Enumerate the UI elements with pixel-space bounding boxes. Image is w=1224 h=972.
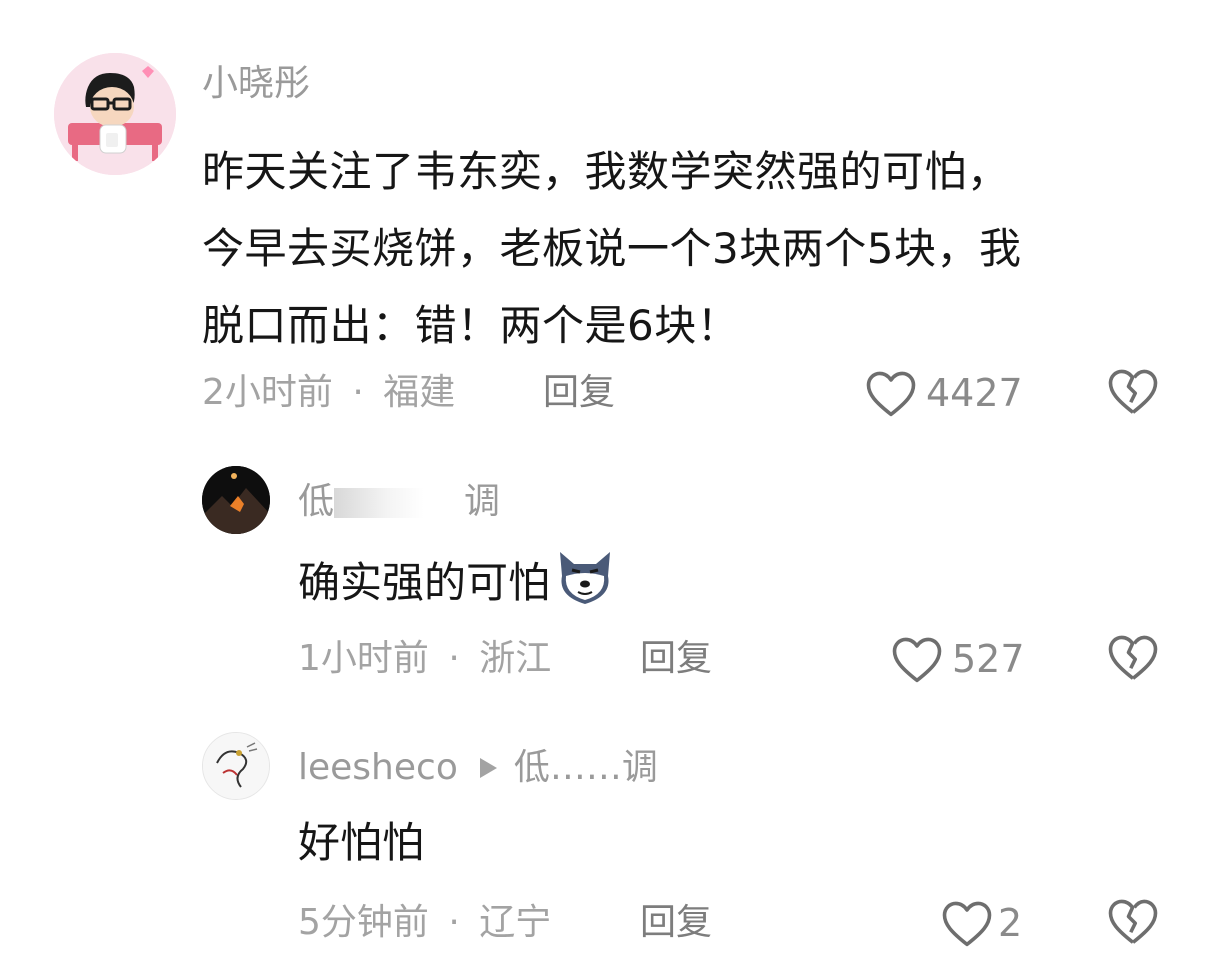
broken-heart-icon — [1108, 899, 1158, 944]
like-count: 2 — [998, 901, 1023, 945]
comment-text: 确实强的可怕 — [298, 546, 618, 625]
timestamp: 2小时前 — [202, 372, 333, 413]
username[interactable]: 低调 — [298, 480, 500, 524]
comment-text: 好怕怕 — [298, 812, 424, 874]
avatar[interactable] — [202, 466, 270, 534]
separator: · — [448, 638, 460, 679]
dragon-drawing-avatar — [203, 733, 269, 799]
like-button[interactable]: 4427 — [864, 366, 1023, 420]
reply-button[interactable]: 回复 — [543, 370, 615, 416]
username-end: 调 — [464, 481, 501, 522]
comment-line: 脱口而出：错！两个是6块！ — [202, 301, 740, 350]
location: 辽宁 — [479, 902, 552, 943]
like-button[interactable]: 2 — [940, 896, 1022, 950]
comment-line: 今早去买烧饼，老板说一个3块两个5块，我 — [202, 224, 1022, 273]
dog-emoji-icon — [552, 546, 618, 625]
dislike-button[interactable] — [1106, 896, 1160, 948]
comment-text: 昨天关注了韦东奕，我数学突然强的可怕， 今早去买烧饼，老板说一个3块两个5块，我… — [202, 133, 1021, 364]
location: 福建 — [383, 372, 456, 413]
comment-meta: 1小时前 · 浙江 — [298, 636, 551, 682]
separator: · — [352, 372, 364, 413]
like-count: 527 — [952, 637, 1025, 681]
heart-icon — [942, 901, 992, 947]
comment-meta: 2小时前 · 福建 — [202, 370, 455, 416]
username-text: leesheco — [298, 747, 458, 788]
location: 浙江 — [479, 638, 552, 679]
avatar[interactable] — [202, 732, 270, 800]
dislike-button[interactable] — [1106, 366, 1160, 418]
timestamp: 1小时前 — [298, 638, 429, 679]
heart-icon — [866, 371, 916, 417]
comment-line: 好怕怕 — [298, 818, 425, 867]
username-start: 低 — [298, 481, 335, 522]
separator: · — [448, 902, 460, 943]
comment-line: 确实强的可怕 — [298, 558, 551, 607]
reply-button[interactable]: 回复 — [640, 900, 712, 946]
reply-to-user[interactable]: 低……调 — [514, 746, 658, 790]
heart-icon — [892, 637, 942, 683]
broken-heart-icon — [1108, 635, 1158, 680]
username[interactable]: 小晓彤 — [202, 62, 310, 106]
comment-meta: 5分钟前 · 辽宁 — [298, 900, 551, 946]
avatar[interactable] — [54, 53, 176, 175]
reply-arrow-icon — [479, 758, 497, 778]
timestamp: 5分钟前 — [298, 902, 429, 943]
dislike-button[interactable] — [1106, 632, 1160, 684]
username[interactable]: leesheco 低……调 — [298, 746, 658, 790]
comment-line: 昨天关注了韦东奕，我数学突然强的可怕， — [202, 147, 1010, 196]
username-blur — [334, 488, 425, 518]
broken-heart-icon — [1108, 369, 1158, 414]
like-button[interactable]: 527 — [890, 632, 1025, 686]
dark-landscape-avatar — [202, 466, 270, 534]
cartoon-glasses-avatar — [54, 53, 176, 175]
like-count: 4427 — [926, 371, 1023, 415]
reply-button[interactable]: 回复 — [640, 636, 712, 682]
